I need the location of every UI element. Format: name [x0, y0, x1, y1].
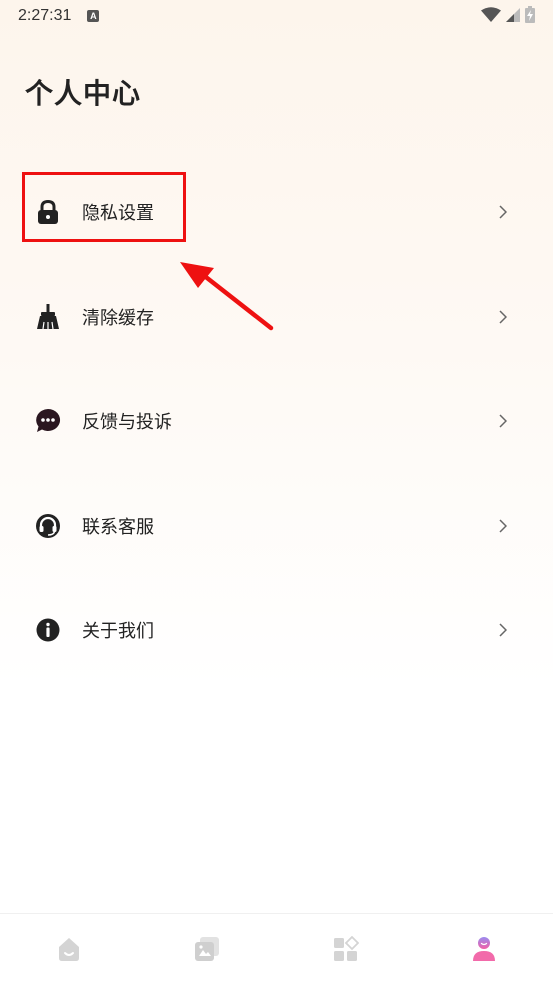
status-time: 2:27:31	[18, 7, 72, 24]
wifi-icon	[481, 6, 501, 22]
menu-label: 关于我们	[82, 621, 154, 643]
notification-a-icon: A	[87, 10, 100, 22]
apps-icon	[333, 936, 359, 961]
headset-icon	[35, 513, 61, 539]
page-title: 个人中心	[25, 77, 142, 110]
menu-label: 隐私设置	[82, 203, 154, 225]
gallery-icon	[195, 937, 220, 961]
home-icon	[59, 938, 80, 961]
info-icon	[35, 617, 61, 643]
tab-apps[interactable]	[277, 914, 415, 984]
tab-profile[interactable]	[415, 914, 553, 984]
status-right-icons	[481, 6, 535, 23]
tab-gallery[interactable]	[138, 914, 276, 984]
menu-item-clear-cache[interactable]: 清除缓存	[0, 265, 553, 370]
bottom-tab-bar	[0, 913, 553, 984]
tab-home[interactable]	[0, 914, 138, 984]
battery-icon	[525, 6, 535, 23]
menu-label: 反馈与投诉	[82, 412, 172, 434]
broom-icon	[35, 303, 61, 330]
chevron-right-icon	[499, 414, 507, 428]
menu-item-about-us[interactable]: 关于我们	[0, 578, 553, 683]
signal-icon	[506, 7, 520, 22]
menu-label: 联系客服	[82, 516, 154, 538]
chat-bubble-icon	[35, 408, 61, 434]
menu-item-contact-support[interactable]: 联系客服	[0, 474, 553, 579]
menu-item-feedback-complaints[interactable]: 反馈与投诉	[0, 369, 553, 474]
chevron-right-icon	[499, 623, 507, 637]
lock-icon	[35, 199, 61, 225]
settings-menu: 隐私设置 清除缓存 反馈与投诉 联系客服 关于我们	[0, 160, 553, 683]
menu-label: 清除缓存	[82, 307, 154, 329]
menu-item-privacy-settings[interactable]: 隐私设置	[0, 160, 553, 265]
chevron-right-icon	[499, 310, 507, 324]
status-bar: 2:27:31 A	[0, 0, 553, 32]
chevron-right-icon	[499, 205, 507, 219]
chevron-right-icon	[499, 519, 507, 533]
profile-icon	[472, 937, 495, 961]
